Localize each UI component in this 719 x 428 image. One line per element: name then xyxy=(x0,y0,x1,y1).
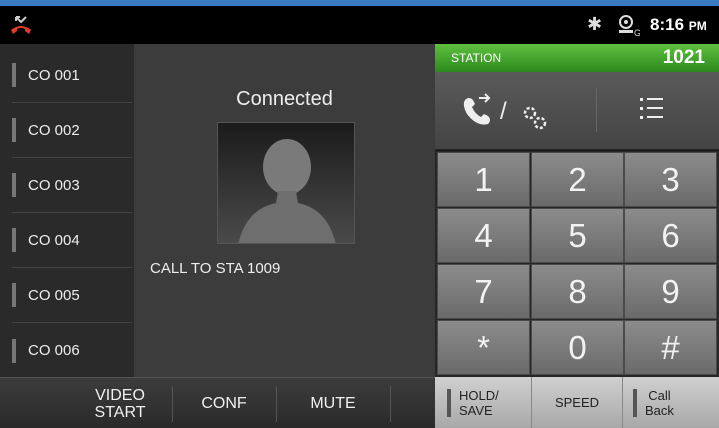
speed-button[interactable]: SPEED xyxy=(532,377,622,428)
bluetooth-icon: ✱ xyxy=(587,14,603,35)
settings-icon xyxy=(523,106,547,130)
key-9[interactable]: 9 xyxy=(624,264,717,319)
line-indicator xyxy=(12,173,16,197)
key-1[interactable]: 1 xyxy=(437,152,530,207)
hold-save-button[interactable]: HOLD/SAVE xyxy=(447,377,529,428)
call-panel: Connected CALL TO STA 1009 xyxy=(134,44,435,377)
station-action-bar: HOLD/SAVE SPEED Call Back xyxy=(435,377,719,428)
hold-save-line2: SAVE xyxy=(459,402,493,418)
call-back-line2: Back xyxy=(645,402,674,418)
co-line-label: CO 001 xyxy=(28,66,80,84)
key-0[interactable]: 0 xyxy=(531,320,624,375)
call-back-button[interactable]: Call Back xyxy=(633,377,717,428)
bar-divider xyxy=(172,386,173,422)
clock-time: 8:16 xyxy=(650,15,685,34)
line-indicator xyxy=(12,63,16,87)
co-line-1[interactable]: CO 001 xyxy=(12,48,132,103)
bar-divider xyxy=(622,377,623,428)
key-6[interactable]: 6 xyxy=(624,208,717,263)
button-indicator xyxy=(447,388,451,417)
key-star[interactable]: * xyxy=(437,320,530,375)
line-indicator xyxy=(12,283,16,307)
video-start-label: VIDEO START xyxy=(95,387,146,421)
key-8[interactable]: 8 xyxy=(531,264,624,319)
co-line-2[interactable]: CO 002 xyxy=(12,103,132,158)
co-line-label: CO 005 xyxy=(28,286,80,304)
video-start-button[interactable]: VIDEO START xyxy=(70,378,170,428)
station-bar: STATION 1021 xyxy=(435,44,719,72)
co-line-3[interactable]: CO 003 xyxy=(12,158,132,213)
forward-settings-button[interactable]: / xyxy=(435,72,577,150)
line-indicator xyxy=(12,338,16,363)
co-line-label: CO 003 xyxy=(28,176,80,194)
tools-row: / xyxy=(435,72,719,150)
gps-icon: G xyxy=(619,15,640,37)
video-start-line2: START xyxy=(94,403,146,421)
line-indicator xyxy=(12,228,16,252)
bar-divider xyxy=(390,386,391,422)
station-number: 1021 xyxy=(662,47,705,68)
svg-text:G: G xyxy=(634,28,640,37)
co-line-6[interactable]: CO 006 xyxy=(12,323,132,378)
mute-button[interactable]: MUTE xyxy=(278,378,388,428)
key-hash[interactable]: # xyxy=(624,320,717,375)
call-action-bar: VIDEO START CONF MUTE xyxy=(0,377,435,428)
list-button[interactable] xyxy=(597,72,719,150)
co-line-label: CO 004 xyxy=(28,231,80,249)
status-bar: ✱ G 8:16 PM xyxy=(0,6,719,44)
co-line-4[interactable]: CO 004 xyxy=(12,213,132,268)
clock: 8:16 PM xyxy=(650,15,707,35)
co-line-label: CO 006 xyxy=(28,342,80,359)
call-back-line1: Call xyxy=(648,387,671,403)
call-target: CALL TO STA 1009 xyxy=(150,260,281,277)
key-7[interactable]: 7 xyxy=(437,264,530,319)
dial-keypad: 1 2 3 4 5 6 7 8 9 * 0 # xyxy=(435,151,719,377)
video-start-line1: VIDEO xyxy=(95,386,145,404)
bar-divider xyxy=(276,386,277,422)
station-label: STATION xyxy=(451,51,502,65)
list-icon xyxy=(640,98,663,119)
co-line-list: CO 001 CO 002 CO 003 CO 004 CO 005 CO 00… xyxy=(0,44,134,377)
line-indicator xyxy=(12,118,16,142)
key-3[interactable]: 3 xyxy=(624,152,717,207)
call-status: Connected xyxy=(236,88,333,110)
key-2[interactable]: 2 xyxy=(531,152,624,207)
person-silhouette-icon xyxy=(238,139,336,243)
co-line-label: CO 002 xyxy=(28,121,80,139)
clock-ampm: PM xyxy=(688,19,707,33)
key-5[interactable]: 5 xyxy=(531,208,624,263)
call-back-label: Call Back xyxy=(645,388,674,418)
tool-separator: / xyxy=(500,98,507,125)
missed-call-icon xyxy=(11,16,31,34)
hold-save-line1: HOLD/ xyxy=(459,387,499,403)
co-line-5[interactable]: CO 005 xyxy=(12,268,132,323)
key-4[interactable]: 4 xyxy=(437,208,530,263)
avatar xyxy=(217,122,355,244)
button-indicator xyxy=(633,388,637,417)
hold-save-label: HOLD/SAVE xyxy=(459,388,499,418)
conf-button[interactable]: CONF xyxy=(174,378,274,428)
